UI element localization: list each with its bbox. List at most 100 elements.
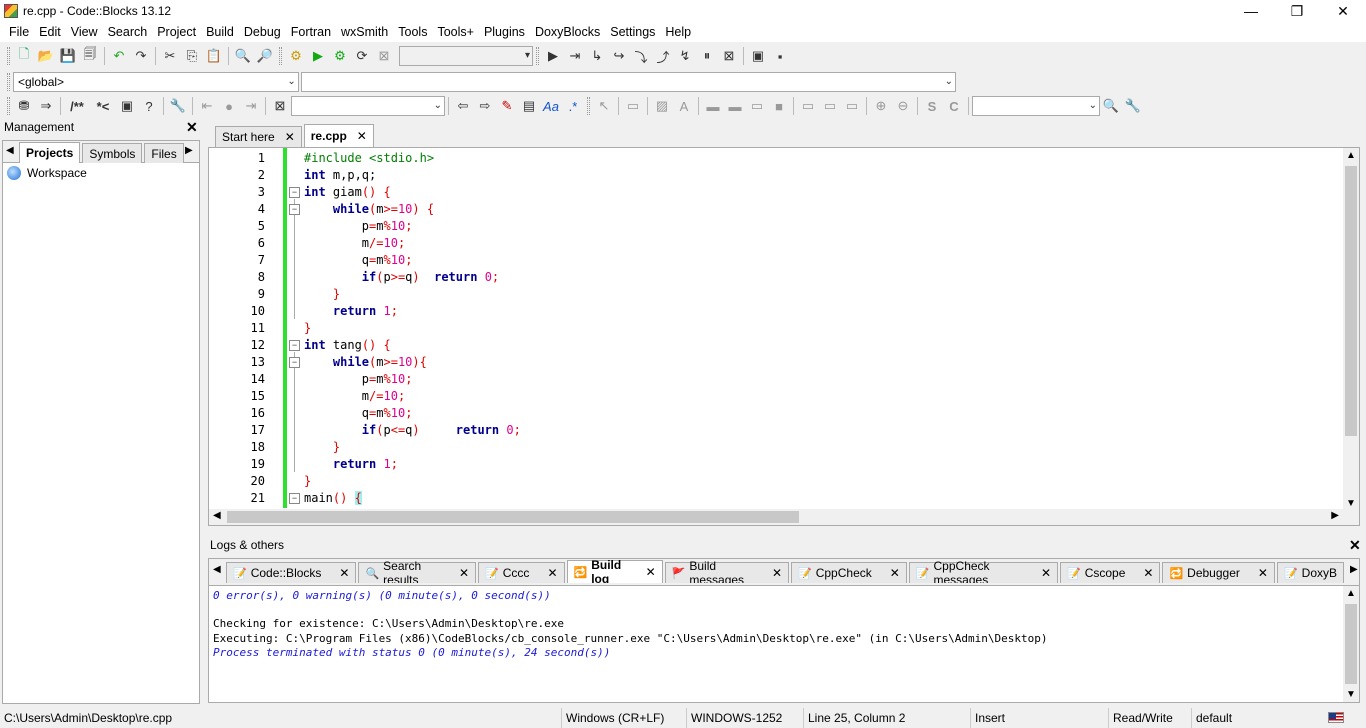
code-line[interactable]: main() { (304, 490, 362, 507)
scroll-up-icon[interactable]: ▲ (1346, 588, 1356, 599)
script-s-icon[interactable]: S (921, 95, 943, 117)
log-tab[interactable]: 📝 CppCheck messages ✕ (908, 560, 1059, 583)
tab-close-icon[interactable]: ✕ (339, 566, 349, 580)
undo-icon[interactable]: ↶ (108, 45, 130, 67)
tab-close-icon[interactable]: ✕ (772, 566, 782, 580)
menu-tools[interactable]: Tools (393, 22, 432, 42)
minimize-button[interactable]: — (1228, 0, 1274, 22)
find-icon[interactable]: 🔍 (232, 45, 254, 67)
tab-symbols[interactable]: Symbols (82, 143, 143, 163)
various-info-icon[interactable]: ▪ (769, 45, 791, 67)
editor-tab-start-here[interactable]: Start here ✕ (215, 126, 302, 147)
save-icon[interactable]: 💾 (57, 45, 79, 67)
code-line[interactable]: int giam() { (304, 184, 391, 201)
menu-edit[interactable]: Edit (34, 22, 66, 42)
menu-debug[interactable]: Debug (239, 22, 286, 42)
logs-close-icon[interactable]: ✕ (1349, 537, 1361, 554)
search-next-icon[interactable]: ⇨ (474, 95, 496, 117)
rebuild-icon[interactable]: ⟳ (351, 45, 373, 67)
fold-marker-icon[interactable]: − (289, 187, 300, 198)
abort-icon[interactable]: ⊠ (373, 45, 395, 67)
tab-close-icon[interactable]: ✕ (547, 566, 557, 580)
frame-icon[interactable]: ▭ (622, 95, 644, 117)
code-line[interactable]: p=m%10; (304, 218, 413, 235)
shape7-icon[interactable]: ▭ (841, 95, 863, 117)
clear-search-icon[interactable]: ⊠ (269, 95, 291, 117)
shape1-icon[interactable]: ▬ (702, 95, 724, 117)
code-line[interactable]: return 1; (304, 456, 398, 473)
symbol-search-combo[interactable]: ⌄ (972, 96, 1100, 116)
tab-close-icon[interactable]: ✕ (1143, 566, 1153, 580)
menu-plugins[interactable]: Plugins (479, 22, 530, 42)
function-combo[interactable]: ⌄ (300, 72, 956, 92)
code-line[interactable]: q=m%10; (304, 252, 413, 269)
doxy-chm-icon[interactable]: ? (138, 95, 160, 117)
debug-windows-icon[interactable]: ▣ (747, 45, 769, 67)
build-target-combo[interactable]: ▾ (399, 46, 533, 66)
next-instruction-icon[interactable]: ↪ (608, 45, 630, 67)
menu-tools-plus[interactable]: Tools+ (432, 22, 478, 42)
code-line[interactable]: } (304, 473, 311, 490)
build-and-run-icon[interactable]: ⚙ (329, 45, 351, 67)
log-tabs-right-icon[interactable]: ▶ (1350, 564, 1358, 575)
doxy-extract-icon[interactable]: ⇒ (35, 95, 57, 117)
code-editor[interactable]: 1 #include <stdio.h> 2 int m,p,q; 3 int giam(… (208, 147, 1360, 526)
shape2-icon[interactable]: ▬ (724, 95, 746, 117)
match-case-icon[interactable]: Aa (540, 95, 562, 117)
selected-text-icon[interactable]: ▤ (518, 95, 540, 117)
tab-close-icon[interactable]: ✕ (890, 566, 900, 580)
tab-close-icon[interactable]: ✕ (285, 130, 295, 144)
editor-tab-re-cpp[interactable]: re.cpp ✕ (303, 124, 374, 147)
step-instruction-icon[interactable]: ↯ (674, 45, 696, 67)
language-flag-icon[interactable] (1328, 712, 1344, 723)
run-to-cursor-icon[interactable]: ⇥ (564, 45, 586, 67)
log-tab[interactable]: 🔁 Build log ✕ (566, 560, 663, 583)
block-comment-icon[interactable]: /** (64, 95, 90, 117)
save-all-icon[interactable]: 🗐 (79, 45, 101, 67)
code-line[interactable]: } (304, 320, 311, 337)
management-close-icon[interactable]: ✕ (186, 119, 198, 136)
code-line[interactable]: m/=10; (304, 388, 405, 405)
symbol-settings-icon[interactable]: 🔧 (1122, 95, 1144, 117)
scroll-down-icon[interactable]: ▼ (1346, 498, 1356, 509)
menu-wxsmith[interactable]: wxSmith (336, 22, 393, 42)
log-vertical-scrollbar[interactable]: ▲ ▼ (1343, 586, 1359, 702)
editor-vertical-scrollbar[interactable]: ▲ ▼ (1343, 148, 1359, 511)
stop-debug-icon[interactable]: ⊠ (718, 45, 740, 67)
regex-icon[interactable]: .* (562, 95, 584, 117)
code-line[interactable]: } (304, 439, 340, 456)
debug-run-icon[interactable]: ▶ (542, 45, 564, 67)
code-line[interactable]: return 1; (304, 303, 398, 320)
build-log-output[interactable]: 0 error(s), 0 warning(s) (0 minute(s), 0… (208, 585, 1360, 703)
scroll-thumb[interactable] (227, 511, 799, 523)
new-file-icon[interactable]: 🗋 (13, 45, 35, 67)
jump-forward-icon[interactable]: ⇥ (240, 95, 262, 117)
build-gear-icon[interactable]: ⚙ (285, 45, 307, 67)
doxy-config-icon[interactable]: ⛃ (13, 95, 35, 117)
tab-close-icon[interactable]: ✕ (357, 129, 367, 143)
fold-marker-icon[interactable]: − (289, 204, 300, 215)
run-icon[interactable]: ▶ (307, 45, 329, 67)
scroll-left-icon[interactable]: ◀ (213, 510, 221, 521)
code-line[interactable]: q=m%10; (304, 405, 413, 422)
code-line[interactable]: p=m%10; (304, 371, 413, 388)
code-line[interactable]: m/=10; (304, 235, 405, 252)
scope-combo[interactable]: <global> ⌄ (13, 72, 299, 92)
log-tab[interactable]: 📝 Code::Blocks ✕ (226, 562, 357, 583)
log-tab[interactable]: 📝 Cscope ✕ (1060, 562, 1161, 583)
wrench-icon[interactable]: 🔧 (167, 95, 189, 117)
scroll-right-icon[interactable]: ▶ (1331, 510, 1339, 521)
shape3-icon[interactable]: ▭ (746, 95, 768, 117)
log-tab[interactable]: 🔁 Debugger ✕ (1162, 562, 1275, 583)
menu-project[interactable]: Project (152, 22, 201, 42)
log-tab[interactable]: 🚩 Build messages ✕ (664, 560, 790, 583)
code-line[interactable]: } (304, 286, 340, 303)
line-comment-icon[interactable]: *< (90, 95, 116, 117)
fold-marker-icon[interactable]: − (289, 340, 300, 351)
tab-projects[interactable]: Projects (19, 142, 81, 163)
bookmark-icon[interactable]: ● (218, 95, 240, 117)
symbol-find-icon[interactable]: 🔍 (1100, 95, 1122, 117)
code-line[interactable]: #include <stdio.h> (304, 150, 434, 167)
editor-horizontal-scrollbar[interactable]: ◀ ▶ (209, 509, 1359, 525)
menu-file[interactable]: File (4, 22, 34, 42)
